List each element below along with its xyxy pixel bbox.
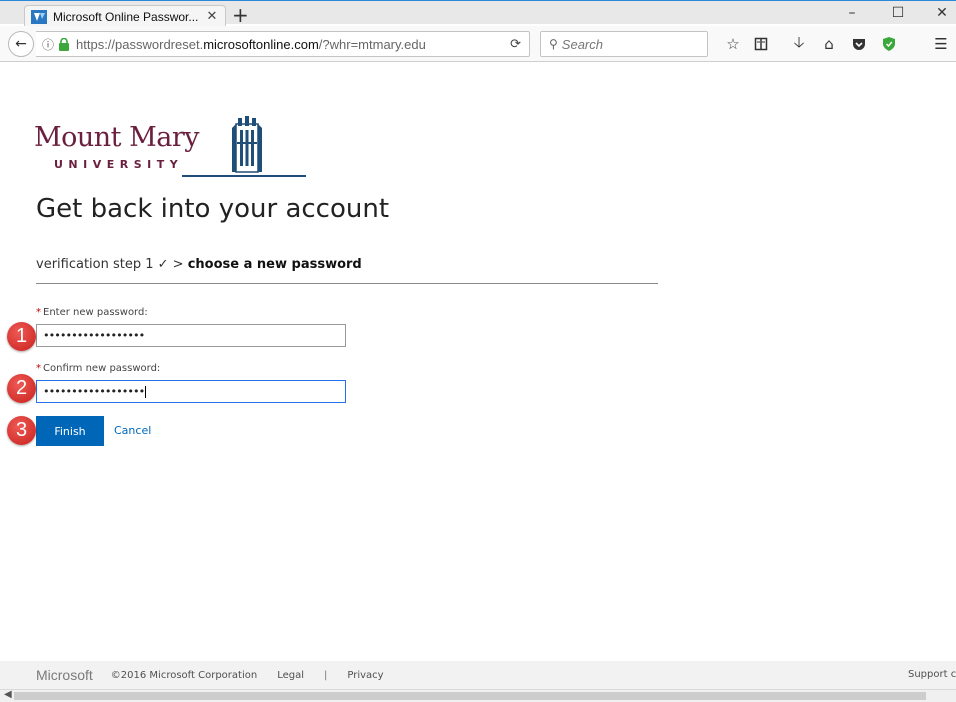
minimize-icon[interactable]: – bbox=[842, 5, 862, 21]
confirm-password-value: •••••••••••••••••• bbox=[43, 385, 145, 398]
confirm-password-label: * Confirm new password: bbox=[36, 363, 160, 374]
url-suffix: /?whr=mtmary.edu bbox=[318, 36, 426, 52]
footer-separator: | bbox=[324, 669, 328, 681]
confirm-password-label-text: Confirm new password: bbox=[43, 363, 161, 374]
home-icon[interactable]: ⌂ bbox=[820, 35, 838, 53]
cancel-link[interactable]: Cancel bbox=[114, 424, 151, 437]
maximize-icon[interactable]: ☐ bbox=[888, 5, 908, 21]
url-domain: microsoftonline.com bbox=[203, 36, 319, 52]
scroll-left-icon[interactable]: ◀ bbox=[4, 689, 12, 700]
browser-titlebar: Microsoft Online Passwor... ✕ + – ☐ ✕ bbox=[0, 0, 956, 27]
new-password-label: * Enter new password: bbox=[36, 307, 148, 318]
search-icon: ⚲ bbox=[549, 37, 558, 51]
required-marker: * bbox=[36, 363, 41, 374]
new-password-value: •••••••••••••••••• bbox=[43, 329, 145, 342]
footer-microsoft-brand: Microsoft bbox=[36, 667, 93, 683]
mount-mary-logo: Mount Mary UNIVERSITY bbox=[34, 114, 306, 180]
new-tab-icon[interactable]: + bbox=[232, 5, 249, 25]
footer-support-link[interactable]: Support c bbox=[908, 669, 956, 680]
finish-button[interactable]: Finish bbox=[36, 416, 104, 446]
browser-navbar: ← ⓘ https://passwordreset.microsoftonlin… bbox=[0, 26, 956, 62]
url-bar[interactable]: ⓘ https://passwordreset.microsoftonline.… bbox=[36, 31, 530, 57]
scrollbar-thumb[interactable] bbox=[14, 692, 926, 700]
logo-name: Mount Mary bbox=[34, 122, 200, 153]
annotation-badge-1: 1 bbox=[7, 322, 36, 351]
required-marker: * bbox=[36, 307, 41, 318]
hamburger-menu-icon[interactable]: ☰ bbox=[932, 35, 950, 53]
annotation-badge-3: 3 bbox=[7, 416, 36, 445]
new-password-label-text: Enter new password: bbox=[43, 307, 148, 318]
url-text: https://passwordreset.microsoftonline.co… bbox=[76, 37, 426, 52]
new-password-input[interactable]: •••••••••••••••••• bbox=[36, 324, 346, 347]
back-button[interactable]: ← bbox=[8, 31, 34, 57]
tab-close-icon[interactable]: ✕ bbox=[205, 9, 219, 24]
logo-subtitle: UNIVERSITY bbox=[54, 158, 184, 171]
page-footer: Microsoft ©2016 Microsoft Corporation Le… bbox=[0, 661, 956, 689]
page-title: Get back into your account bbox=[36, 194, 390, 224]
reader-view-icon[interactable] bbox=[752, 35, 770, 53]
horizontal-scrollbar[interactable]: ◀ bbox=[0, 689, 956, 702]
search-placeholder: Search bbox=[561, 36, 603, 52]
microsoft-favicon-icon bbox=[31, 9, 47, 24]
text-caret bbox=[145, 386, 147, 398]
info-icon[interactable]: ⓘ bbox=[42, 36, 54, 53]
confirm-password-input[interactable]: •••••••••••••••••• bbox=[36, 380, 346, 403]
annotation-badge-2: 2 bbox=[7, 374, 36, 403]
completed-step: verification step 1 ✓ > bbox=[36, 257, 184, 272]
footer-legal-link[interactable]: Legal bbox=[277, 670, 304, 681]
download-icon[interactable]: 🡣 bbox=[790, 33, 808, 53]
reload-icon[interactable]: ⟳ bbox=[510, 37, 521, 52]
search-bar[interactable]: ⚲ Search bbox=[540, 31, 708, 57]
back-arrow-icon: ← bbox=[15, 36, 27, 52]
footer-privacy-link[interactable]: Privacy bbox=[347, 670, 383, 681]
steps-divider bbox=[36, 283, 658, 284]
url-prefix: https://passwordreset. bbox=[76, 36, 204, 52]
footer-copyright: ©2016 Microsoft Corporation bbox=[110, 669, 258, 681]
browser-tab[interactable]: Microsoft Online Passwor... ✕ bbox=[24, 5, 226, 27]
tab-title: Microsoft Online Passwor... bbox=[53, 9, 199, 24]
step-breadcrumb: verification step 1 ✓ > choose a new pas… bbox=[36, 257, 362, 272]
close-window-icon[interactable]: ✕ bbox=[932, 5, 952, 21]
current-step: choose a new password bbox=[187, 257, 362, 272]
logo-underline bbox=[182, 175, 306, 177]
bookmark-star-icon[interactable]: ☆ bbox=[724, 35, 742, 53]
pocket-icon[interactable] bbox=[850, 35, 868, 53]
lock-icon bbox=[59, 37, 70, 51]
shield-icon[interactable] bbox=[880, 35, 898, 53]
tower-logo-icon bbox=[232, 116, 262, 173]
